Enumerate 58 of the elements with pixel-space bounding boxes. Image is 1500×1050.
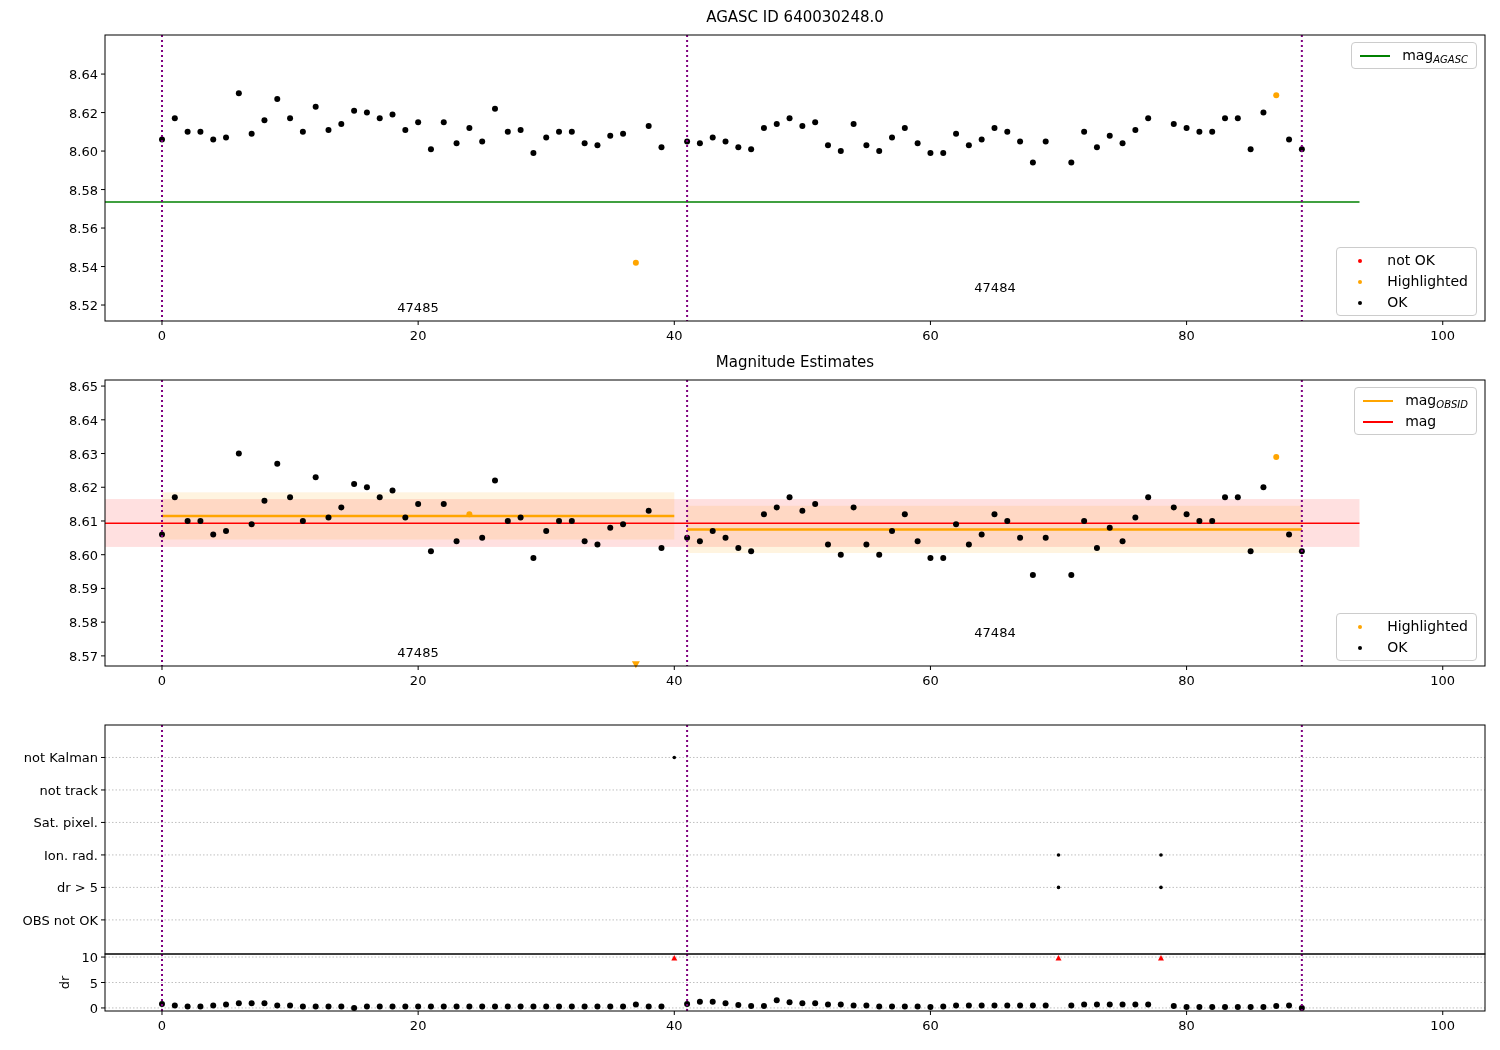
flag-label: dr > 5 [56,880,98,896]
flag-label: Ion. rad. [44,847,98,863]
chart-title: Magnitude Estimates [715,353,875,371]
chart-title: AGASC ID 640030248.0 [706,8,884,26]
legend-label: mag$_{OBSID}$ [1405,391,1468,410]
tick-label: 0 [89,1000,98,1016]
flag-label: Sat. pixel. [33,815,98,831]
tick-label: 8.57 [69,648,98,664]
tick-label: 8.65 [69,379,98,395]
obsid-label: 47485 [397,645,439,660]
tick-label: 100 [1430,1018,1456,1033]
tick-label: 80 [1178,1018,1195,1033]
legend-label: not OK [1387,251,1435,270]
tick-label: 8.58 [69,182,98,198]
tick-label: 8.62 [69,480,98,496]
tick-label: 8.64 [69,67,98,83]
tick-label: 8.63 [69,446,98,462]
legend-label: Highlighted [1387,272,1468,291]
tick-label: 20 [409,1018,427,1033]
tick-label: 10 [81,950,98,966]
legend-label: mag$_{AGASC}$ [1402,46,1468,65]
tick-label: 8.64 [69,412,98,428]
tick-label: 60 [922,673,939,688]
tick-label: 60 [922,328,939,343]
tick-label: 100 [1430,673,1456,688]
tick-label: 60 [922,1018,939,1033]
legend-label: Highlighted [1387,617,1468,636]
obsid-label: 47484 [974,280,1016,295]
obsid-label: 47485 [397,300,439,315]
tick-label: 8.62 [69,105,98,121]
tick-label: 8.52 [69,298,98,314]
legend-label: mag [1405,412,1437,431]
tick-label: 0 [157,328,167,343]
tick-label: 100 [1430,328,1456,343]
tick-label: 40 [666,328,683,343]
tick-label: 0 [157,673,167,688]
tick-label: 20 [409,673,427,688]
tick-label: 8.60 [69,547,98,563]
axis-label: dr [57,975,72,990]
tick-label: 8.59 [69,581,98,597]
tick-label: 8.60 [69,144,98,160]
legend-label: OK [1387,293,1408,312]
flag-label: not track [39,782,98,798]
tick-label: 8.54 [69,259,98,275]
tick-label: 40 [666,1018,683,1033]
tick-label: 8.56 [69,221,98,237]
tick-label: 0 [157,1018,167,1033]
tick-label: 8.61 [69,514,98,529]
legend-label: OK [1387,638,1408,657]
flag-label: OBS not OK [22,912,98,928]
tick-label: 20 [409,328,427,343]
tick-label: 8.58 [69,615,98,631]
tick-label: 5 [89,975,98,991]
tick-label: 80 [1178,673,1195,688]
flag-label: not Kalman [23,750,98,766]
tick-label: 40 [666,673,683,688]
obsid-label: 47484 [974,625,1016,640]
tick-label: 80 [1178,328,1195,343]
